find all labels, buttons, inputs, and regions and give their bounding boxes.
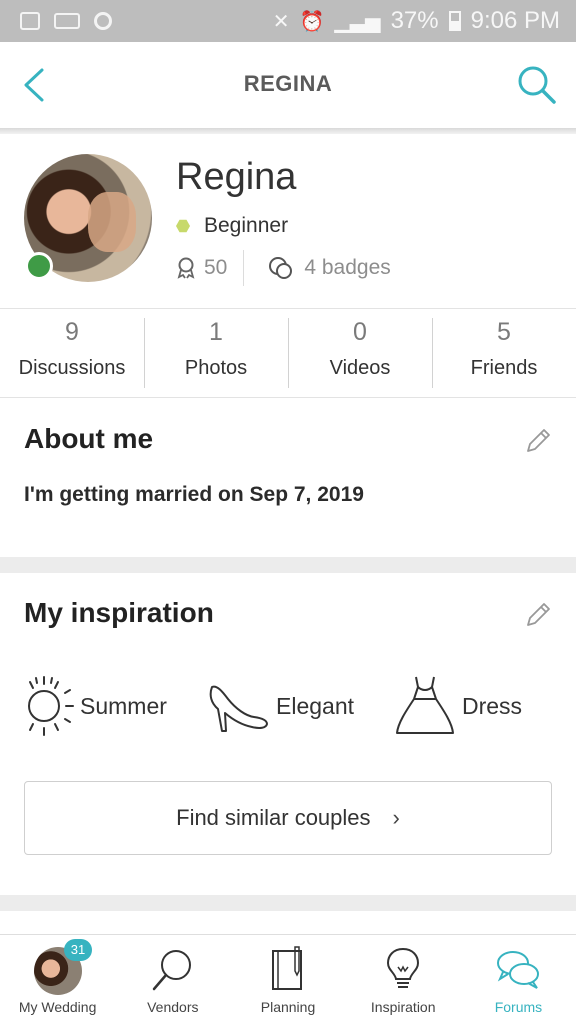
count-videos[interactable]: 0 Videos <box>288 310 432 397</box>
inspiration-title: My inspiration <box>24 597 214 628</box>
count-label: Friends <box>470 357 538 379</box>
avatar-photo-detail <box>88 192 136 252</box>
count-label: Discussions <box>18 357 126 379</box>
notification-badge: 31 <box>64 939 92 961</box>
nav-label: Forums <box>494 999 543 1015</box>
inspiration-section: My inspiration Summer Elegant Dress Find… <box>0 573 576 895</box>
count-value: 9 <box>65 318 79 346</box>
profile-stats: 50 4 badges <box>176 250 391 286</box>
level-label: Beginner <box>204 214 289 237</box>
inspiration-item-dress[interactable]: Dress <box>394 673 522 739</box>
inspiration-item-elegant[interactable]: Elegant <box>206 673 354 739</box>
about-text: I'm getting married on Sep 7, 2019 <box>24 483 364 506</box>
inspiration-label: Summer <box>80 692 167 719</box>
gallery-notification-icon <box>20 12 40 30</box>
edit-pencil-icon[interactable] <box>522 425 554 457</box>
count-label: Videos <box>329 357 391 379</box>
count-label: Photos <box>184 357 248 379</box>
section-divider <box>0 895 576 911</box>
level-hexagon-icon <box>176 219 190 233</box>
alarm-icon: ⏰ <box>299 10 325 33</box>
inspiration-label: Elegant <box>276 692 355 719</box>
edit-pencil-icon[interactable] <box>522 599 554 631</box>
count-value: 1 <box>209 318 223 346</box>
find-similar-couples-button[interactable]: Find similar couples › <box>24 781 552 855</box>
inspiration-items: Summer Elegant Dress <box>22 673 562 753</box>
bottom-nav: 31 My Wedding Vendors Planning Inspirati… <box>0 934 576 1024</box>
section-divider <box>0 557 576 573</box>
signal-icon: ▁▃▅ <box>334 10 381 33</box>
nav-label: Inspiration <box>370 999 436 1015</box>
ribbon-icon <box>177 257 195 279</box>
nav-my-wedding[interactable]: 31 My Wedding <box>0 935 115 1024</box>
magnifier-icon <box>152 950 191 991</box>
dress-icon <box>396 676 454 734</box>
profile-name: Regina <box>176 156 297 198</box>
voicemail-icon <box>54 13 80 29</box>
find-similar-couples-label: Find similar couples <box>176 805 371 830</box>
high-heel-icon <box>209 685 268 732</box>
notebook-icon <box>272 946 302 990</box>
about-title: About me <box>24 423 154 454</box>
page-title: REGINA <box>243 71 333 96</box>
chevron-right-icon: › <box>392 805 400 830</box>
count-friends[interactable]: 5 Friends <box>432 310 576 397</box>
count-discussions[interactable]: 9 Discussions <box>0 310 144 397</box>
badges-icon <box>269 257 293 279</box>
lightbulb-icon <box>387 947 420 988</box>
chat-bubbles-icon <box>497 951 540 989</box>
settings-notification-icon <box>94 12 112 30</box>
inspiration-item-summer[interactable]: Summer <box>22 673 167 739</box>
badges-stat[interactable]: 4 badges <box>244 256 391 280</box>
mute-icon: ✕ <box>272 10 290 33</box>
status-bar: ✕ ⏰ ▁▃▅ 37% 9:06 PM <box>0 0 576 42</box>
points-value: 50 <box>204 256 228 279</box>
count-value: 0 <box>353 318 367 346</box>
inspiration-label: Dress <box>462 692 523 719</box>
battery-icon <box>448 11 461 31</box>
sun-icon <box>28 676 74 736</box>
app-bar: REGINA <box>0 42 576 128</box>
profile-header: Regina Beginner 50 4 badges <box>0 134 576 309</box>
profile-counts: 9 Discussions 1 Photos 0 Videos 5 Friend… <box>0 310 576 398</box>
count-value: 5 <box>497 318 511 346</box>
badges-count: 4 badges <box>304 256 391 279</box>
count-photos[interactable]: 1 Photos <box>144 310 288 397</box>
nav-label: Vendors <box>147 999 199 1015</box>
nav-planning[interactable]: Planning <box>230 935 345 1024</box>
nav-inspiration[interactable]: Inspiration <box>346 935 461 1024</box>
nav-label: Planning <box>260 999 316 1015</box>
points-stat: 50 <box>176 250 245 286</box>
online-status-dot <box>25 252 53 280</box>
nav-forums[interactable]: Forums <box>461 935 576 1024</box>
clock: 9:06 PM <box>470 7 560 34</box>
level-row: Beginner <box>176 214 288 238</box>
about-section: About me I'm getting married on Sep 7, 2… <box>0 399 576 557</box>
nav-vendors[interactable]: Vendors <box>115 935 230 1024</box>
nav-label: My Wedding <box>18 999 97 1015</box>
battery-percent: 37% <box>390 7 439 34</box>
search-icon[interactable] <box>516 64 558 106</box>
